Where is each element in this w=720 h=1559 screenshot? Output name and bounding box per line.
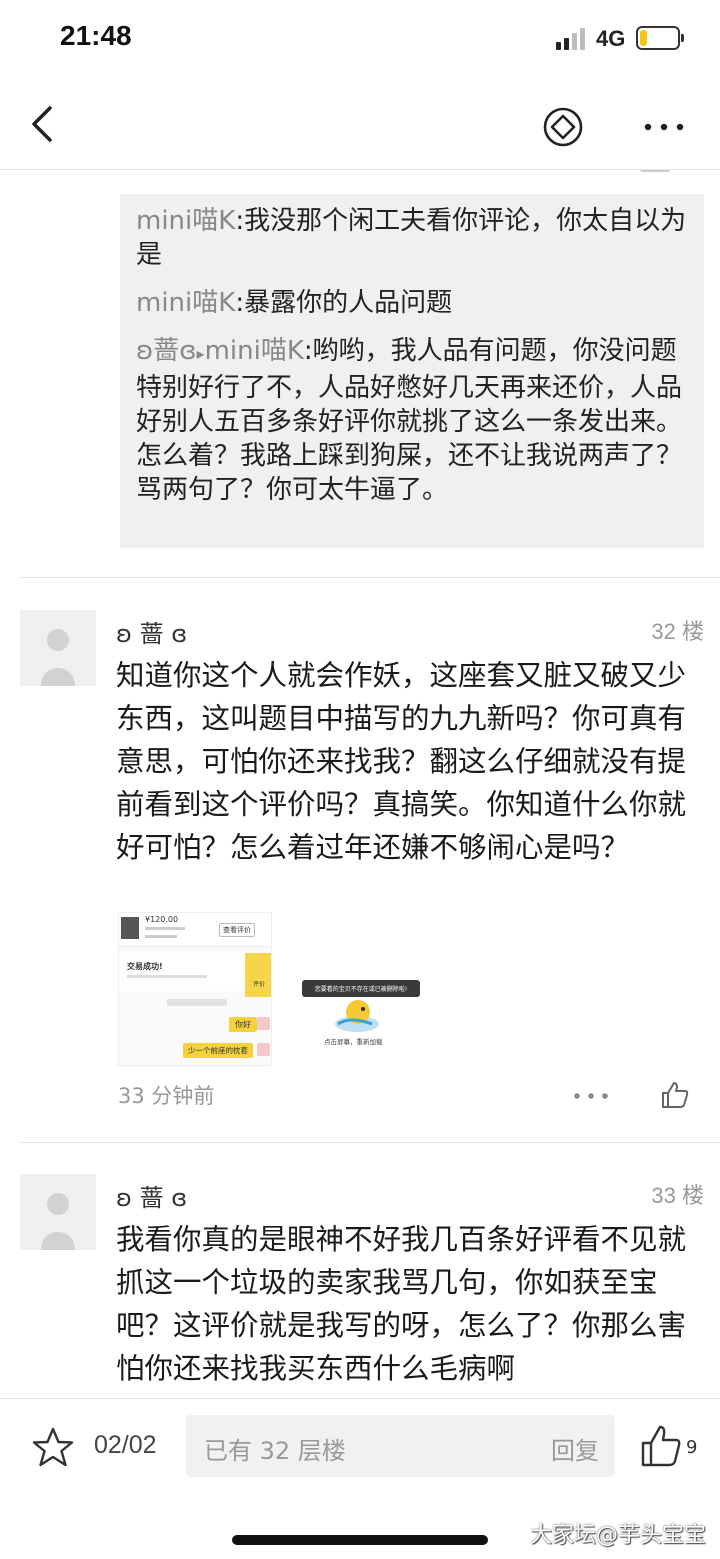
quote-text: :暴露你的人品问题	[235, 288, 453, 318]
post-time: 33 分钟前	[118, 1084, 215, 1108]
order-price: ¥120.00	[145, 915, 179, 924]
default-avatar-icon	[41, 629, 75, 686]
post-username[interactable]: ʚ 蔷 ɞ	[116, 614, 187, 649]
reply-placeholder: 已有 32 层楼	[204, 1437, 346, 1465]
default-avatar-icon	[41, 1193, 75, 1250]
order-meta-line	[145, 935, 177, 938]
post-like-button[interactable]	[660, 1080, 690, 1110]
thumbs-up-icon	[641, 1425, 681, 1467]
like-count: 9	[686, 1437, 698, 1458]
chat-bubble: 你好	[229, 1017, 257, 1032]
compass-button[interactable]	[542, 106, 584, 148]
reply-button[interactable]: 回复	[551, 1431, 599, 1466]
order-status-text: 交易成功!	[127, 962, 163, 971]
divider	[18, 577, 720, 578]
chat-avatar	[257, 1043, 270, 1056]
product-thumb	[121, 917, 139, 939]
order-status-line	[127, 975, 207, 978]
compass-icon	[543, 107, 583, 147]
reply-input[interactable]: 已有 32 层楼 回复	[186, 1415, 615, 1477]
more-button[interactable]	[636, 106, 692, 148]
thread-like-button[interactable]	[640, 1423, 682, 1469]
post-body: 我看你真的是眼神不好我几百条好评看不见就抓这一个垃圾的卖家我骂几句，你如获至宝吧…	[116, 1223, 687, 1385]
quote-user[interactable]: mini喵K	[136, 206, 235, 236]
reply-arrow-icon: ▸	[196, 344, 205, 363]
network-label: 4G	[596, 26, 626, 51]
thread-content[interactable]: mini喵K:我没那个闲工夫看你评论，你太自以为是 mini喵K:暴露你的人品问…	[0, 170, 720, 1398]
avatar[interactable]	[20, 610, 96, 686]
battery-icon	[636, 26, 684, 50]
favorite-button[interactable]	[30, 1425, 76, 1471]
previous-post-fragment	[640, 170, 670, 172]
post-images: ¥120.00 查看评价 交易成功! 评价 你好 少一个前座的枕套 您要看的宝贝…	[118, 912, 428, 1068]
watermark: 大家坛@芋头宝宝	[529, 1523, 706, 1548]
chat-date-line	[167, 999, 227, 1006]
status-time: 21:48	[60, 20, 132, 51]
status-bar: 21:48 4G	[0, 0, 720, 78]
post-image-order[interactable]: ¥120.00 查看评价 交易成功! 评价 你好 少一个前座的枕套	[118, 912, 272, 1066]
battery-level	[640, 30, 647, 46]
retry-text: 点击屏幕，重新加载	[324, 1038, 383, 1046]
chat-avatar	[257, 1017, 270, 1030]
quote-line: ʚ蔷ɞ▸mini喵K:哟哟，我人品有问题，你没问题特别好行了不，人品好憋好几天再…	[136, 334, 688, 507]
signal-icon	[556, 28, 588, 50]
thumbs-up-icon	[662, 1082, 689, 1108]
star-icon	[32, 1427, 74, 1467]
order-status: 交易成功! 评价	[119, 953, 271, 997]
more-dots-icon	[644, 123, 684, 131]
quote-reply-target[interactable]: mini喵K	[205, 336, 304, 366]
quote-user[interactable]: mini喵K	[136, 288, 235, 318]
post-body: 知道你这个人就会作妖，这座套又脏又破又少东西，这叫题目中描写的九九新吗？你可真有…	[116, 659, 687, 864]
bottom-bar: 02/02 已有 32 层楼 回复 9 大家坛@芋头宝宝	[0, 1398, 720, 1559]
avatar[interactable]	[20, 1174, 96, 1250]
back-button[interactable]	[22, 100, 66, 148]
taobao-mascot-icon	[335, 1000, 379, 1032]
quote-user[interactable]: ʚ蔷ɞ	[136, 336, 197, 366]
home-indicator[interactable]	[232, 1535, 488, 1545]
quote-box[interactable]: mini喵K:我没那个闲工夫看你评论，你太自以为是 mini喵K:暴露你的人品问…	[120, 194, 704, 548]
page-indicator[interactable]: 02/02	[94, 1431, 157, 1460]
nav-bar	[0, 78, 720, 170]
order-header: ¥120.00 查看评价	[119, 913, 271, 947]
chat-bubble: 少一个前座的枕套	[183, 1043, 253, 1058]
comment-icon: 评价	[245, 953, 271, 997]
post-meta: 33 分钟前	[118, 1080, 698, 1112]
divider	[18, 1142, 720, 1143]
post-more-button[interactable]	[570, 1082, 612, 1110]
post-floor: 33 楼	[651, 1183, 704, 1208]
more-dots-icon	[574, 1093, 608, 1099]
quote-line: mini喵K:暴露你的人品问题	[136, 286, 688, 320]
post-image-error[interactable]: 您要看的宝贝不存在或已被删除啦! 点击屏幕，重新加载	[296, 912, 426, 1066]
post-floor: 32 楼	[651, 619, 704, 644]
post-username[interactable]: ʚ 蔷 ɞ	[116, 1178, 187, 1213]
view-review-button: 查看评价	[219, 923, 255, 937]
quote-line: mini喵K:我没那个闲工夫看你评论，你太自以为是	[136, 204, 688, 272]
chevron-left-icon	[32, 106, 52, 142]
order-meta-line	[145, 927, 185, 930]
